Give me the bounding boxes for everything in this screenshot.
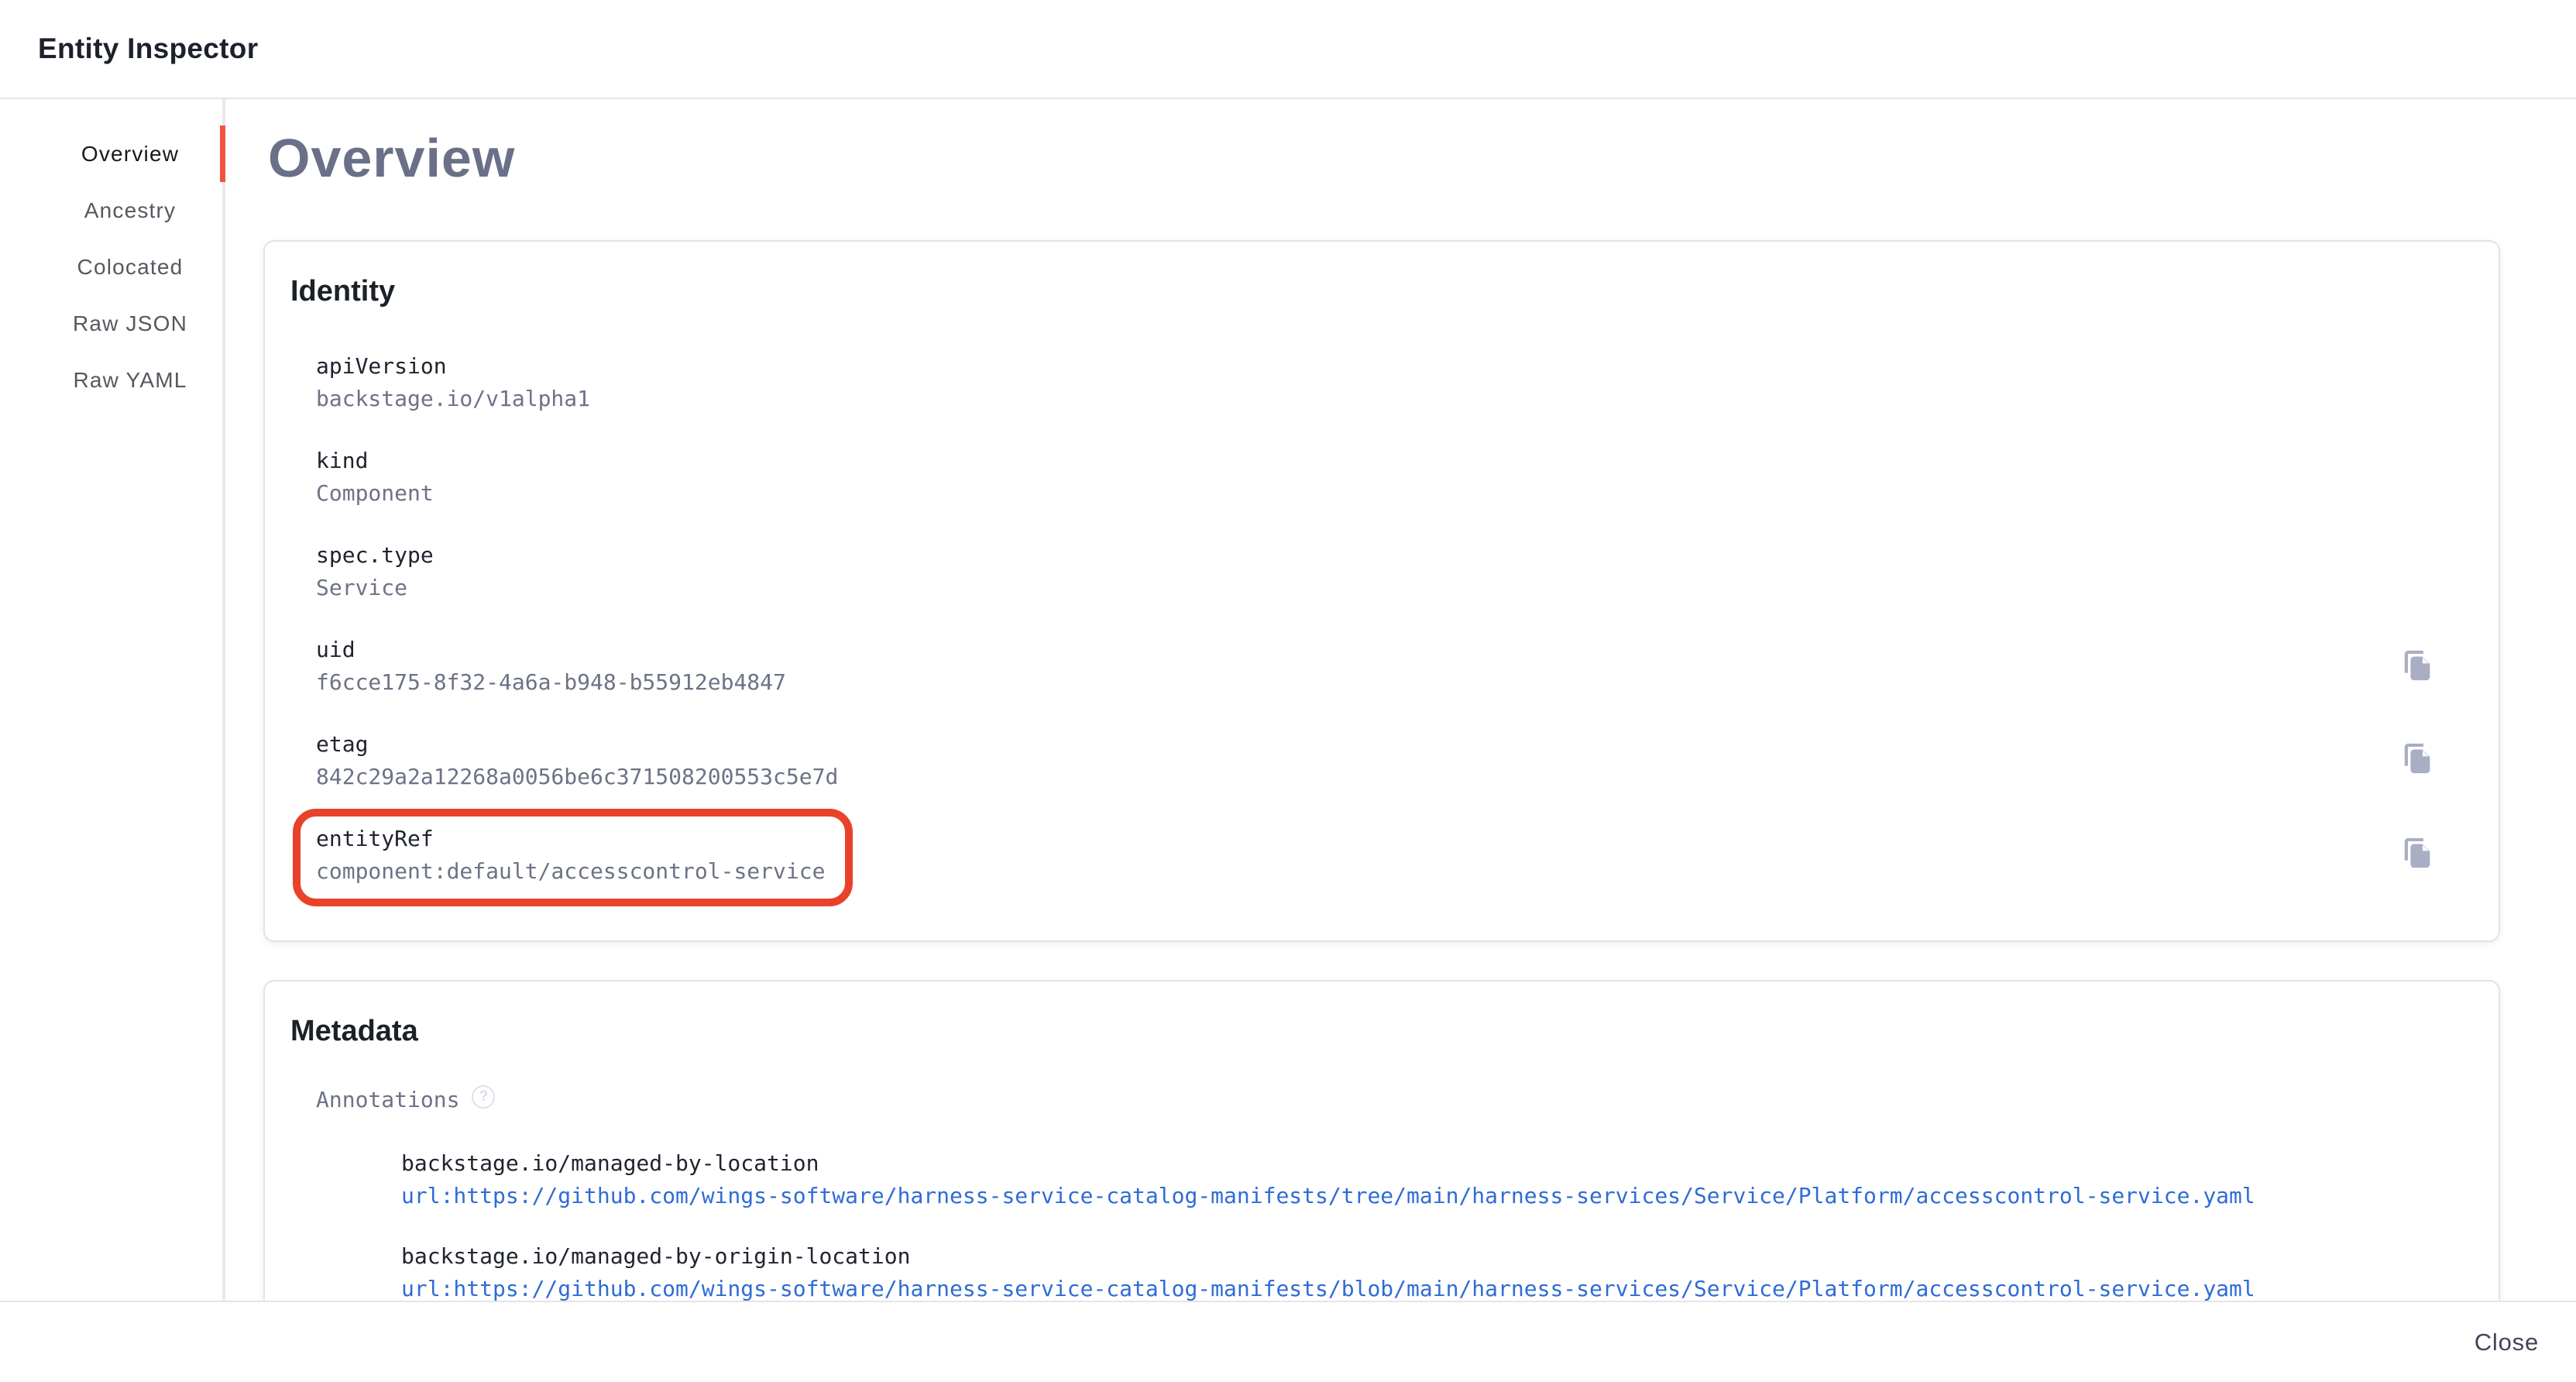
field-etag: etag 842c29a2a12268a0056be6c371508200553… [316, 728, 2499, 793]
annotation-link[interactable]: url:https://github.com/wings-software/ha… [401, 1273, 2499, 1301]
field-kind: kind Component [316, 445, 2499, 510]
field-value: component:default/accesscontrol-service [316, 855, 825, 888]
field-apiversion: apiVersion backstage.io/v1alpha1 [316, 350, 2499, 415]
question-circle-icon[interactable]: ? [472, 1085, 495, 1109]
copy-etag-button[interactable] [2400, 741, 2436, 776]
identity-fields: apiVersion backstage.io/v1alpha1 kind Co… [316, 350, 2499, 906]
copy-icon [2400, 648, 2436, 683]
sidebar-item-colocated[interactable]: Colocated [0, 239, 223, 295]
sidebar-item-overview[interactable]: Overview [0, 125, 223, 182]
field-value: f6cce175-8f32-4a6a-b948-b55912eb4847 [316, 666, 2499, 699]
copy-entityref-button[interactable] [2400, 835, 2436, 871]
field-label: kind [316, 445, 2499, 477]
identity-card: Identity apiVersion backstage.io/v1alpha… [263, 240, 2500, 942]
sidebar-item-label: Raw JSON [73, 311, 187, 336]
field-label: etag [316, 728, 2499, 761]
sidebar-tabs: Overview Ancestry Colocated Raw JSON Raw… [0, 99, 223, 408]
field-label: apiVersion [316, 350, 2499, 383]
field-label: entityRef [316, 823, 825, 855]
tab-panel-overview: Overview Identity apiVersion backstage.i… [225, 99, 2576, 1301]
annotations-label: Annotations [316, 1084, 459, 1116]
dialog-header: Entity Inspector [0, 0, 2576, 99]
annotation-entry: backstage.io/managed-by-location url:htt… [401, 1147, 2499, 1212]
annotations-list: backstage.io/managed-by-location url:htt… [401, 1147, 2499, 1301]
metadata-card-title: Metadata [290, 1012, 2499, 1050]
dialog-title: Entity Inspector [38, 33, 258, 65]
entity-inspector-dialog: Entity Inspector Overview Ancestry Coloc… [0, 0, 2576, 1382]
field-value: Component [316, 477, 2499, 510]
annotation-key: backstage.io/managed-by-origin-location [401, 1240, 2499, 1273]
metadata-card: Metadata Annotations ? backstage.io/mana… [263, 980, 2500, 1301]
close-button[interactable]: Close [2461, 1318, 2553, 1367]
page-title: Overview [268, 127, 2576, 189]
copy-icon [2400, 741, 2436, 776]
annotation-key: backstage.io/managed-by-location [401, 1147, 2499, 1180]
field-label: uid [316, 634, 2499, 666]
sidebar-item-label: Raw YAML [73, 368, 187, 393]
annotations-group: Annotations ? [316, 1084, 2499, 1116]
sidebar-item-ancestry[interactable]: Ancestry [0, 182, 223, 239]
annotation-entry: backstage.io/managed-by-origin-location … [401, 1240, 2499, 1301]
sidebar-item-label: Colocated [77, 255, 184, 280]
field-value: Service [316, 572, 2499, 604]
copy-uid-button[interactable] [2400, 648, 2436, 683]
sidebar-item-label: Ancestry [84, 198, 177, 223]
dialog-footer: Close [0, 1301, 2576, 1382]
identity-card-title: Identity [290, 273, 2499, 310]
copy-icon [2400, 835, 2436, 871]
field-value: backstage.io/v1alpha1 [316, 383, 2499, 415]
highlight-annotation-box: entityRef component:default/accesscontro… [293, 809, 853, 906]
sidebar-item-raw-yaml[interactable]: Raw YAML [0, 352, 223, 408]
field-label: spec.type [316, 539, 2499, 572]
field-value: 842c29a2a12268a0056be6c371508200553c5e7d [316, 761, 2499, 793]
field-entityref: entityRef component:default/accesscontro… [316, 823, 2499, 906]
annotation-link[interactable]: url:https://github.com/wings-software/ha… [401, 1180, 2499, 1212]
field-spec-type: spec.type Service [316, 539, 2499, 604]
active-tab-indicator [220, 125, 225, 182]
sidebar-item-raw-json[interactable]: Raw JSON [0, 295, 223, 352]
field-uid: uid f6cce175-8f32-4a6a-b948-b55912eb4847 [316, 634, 2499, 699]
sidebar-item-label: Overview [81, 142, 179, 167]
